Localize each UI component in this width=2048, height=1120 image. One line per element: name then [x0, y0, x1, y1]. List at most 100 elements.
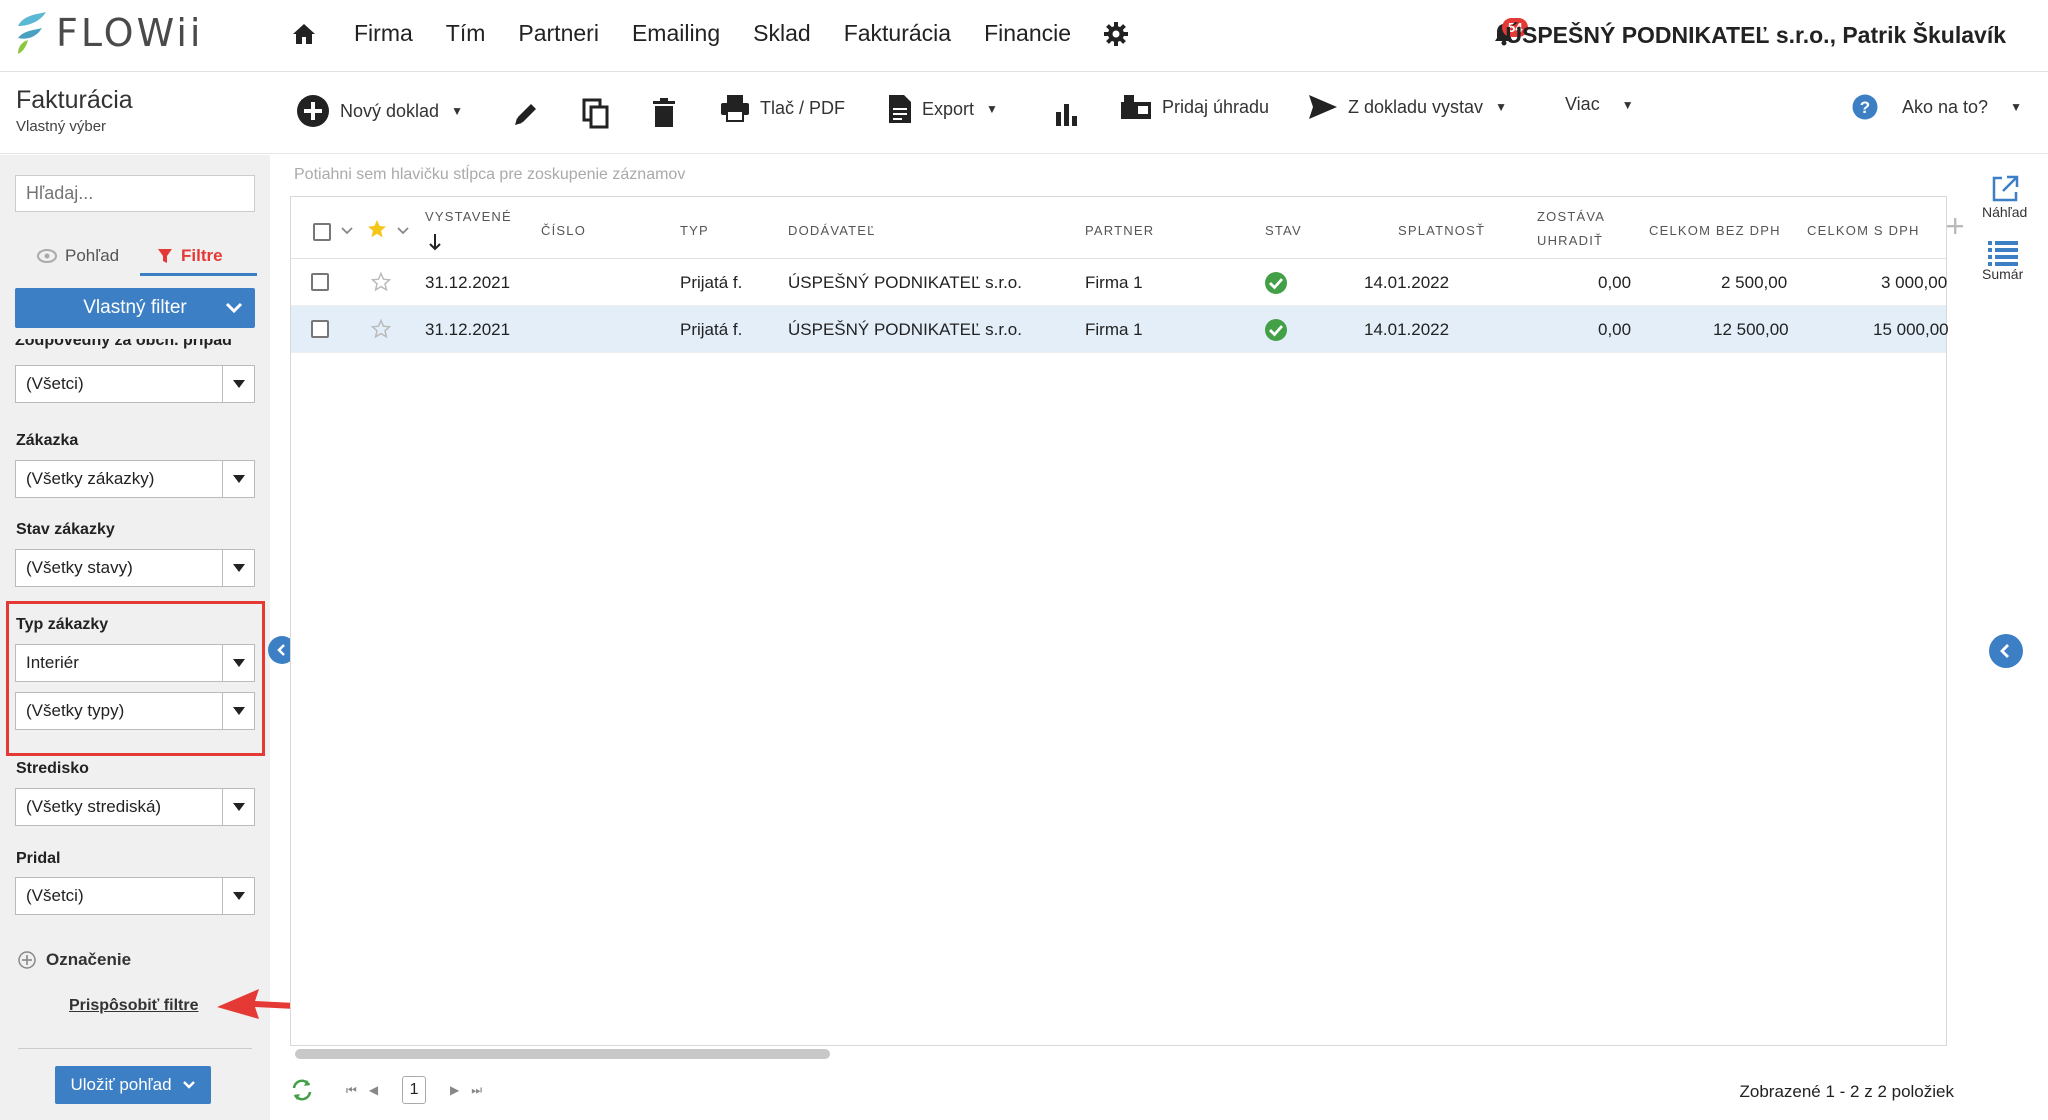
- cell-gross-total: 15 000,00: [1873, 320, 1949, 339]
- plus-circle-icon: [18, 951, 36, 969]
- select-value: (Všetky strediská): [26, 797, 162, 816]
- select-all-checkbox[interactable]: [313, 223, 331, 241]
- filter-label-responsible: Zodpovedný za obch. prípad: [15, 339, 232, 349]
- custom-filter-dropdown[interactable]: Vlastný filter: [15, 288, 255, 328]
- next-page-icon[interactable]: ▶: [450, 1083, 459, 1097]
- col-issued[interactable]: VYSTAVENÉ: [425, 209, 512, 224]
- col-gross-total[interactable]: CELKOM S DPH: [1807, 223, 1920, 238]
- toolbar: Fakturácia Vlastný výber Nový doklad ▼ T…: [0, 72, 2048, 154]
- cash-register-icon: [1121, 95, 1151, 119]
- question-circle-icon: ?: [1852, 94, 1878, 120]
- copy-icon[interactable]: [582, 98, 610, 130]
- export-button[interactable]: Export ▼: [888, 94, 998, 124]
- caret-down-icon: [222, 878, 254, 914]
- filter-order-select[interactable]: (Všetky zákazky): [15, 460, 255, 498]
- nav-financie[interactable]: Financie: [984, 20, 1071, 47]
- trash-icon[interactable]: [652, 98, 676, 128]
- col-to-pay[interactable]: UHRADIŤ: [1537, 233, 1603, 248]
- save-view-label: Uložiť pohľad: [70, 1075, 172, 1094]
- flowii-logo-icon: [18, 12, 46, 54]
- caret-down-icon: [222, 366, 254, 402]
- col-type[interactable]: TYP: [680, 223, 709, 238]
- caret-down-icon: ▼: [986, 102, 998, 116]
- tab-view[interactable]: Pohľad: [37, 246, 119, 266]
- cell-net-total: 2 500,00: [1721, 273, 1788, 292]
- plus-circle-icon: [297, 95, 329, 127]
- help-button[interactable]: ? Ako na to? ▼: [1852, 94, 2022, 120]
- list-icon: [1987, 241, 2018, 266]
- first-page-icon[interactable]: ⏮: [346, 1083, 357, 1098]
- eye-icon: [37, 249, 57, 263]
- more-label: Viac: [1565, 94, 1600, 114]
- print-pdf-button[interactable]: Tlač / PDF: [720, 94, 845, 122]
- home-icon[interactable]: [292, 23, 316, 45]
- filter-added-by-select[interactable]: (Všetci): [15, 877, 255, 915]
- logo[interactable]: FLOWii: [14, 10, 203, 56]
- table-row[interactable]: 31.12.2021 Prijatá f. ÚSPEŠNÝ PODNIKATEĽ…: [291, 259, 1948, 306]
- filter-label-center: Stredisko: [16, 760, 89, 777]
- star-icon[interactable]: [367, 219, 387, 239]
- collapse-right-panel-button[interactable]: [1989, 634, 2023, 668]
- new-doc-button[interactable]: Nový doklad ▼: [296, 94, 463, 128]
- table-row[interactable]: 31.12.2021 Prijatá f. ÚSPEŠNÝ PODNIKATEĽ…: [291, 306, 1949, 353]
- invoice-grid: VYSTAVENÉ ČÍSLO TYP DODÁVATEĽ PARTNER ST…: [290, 196, 1963, 1059]
- tab-filters[interactable]: Filtre: [157, 246, 223, 266]
- top-navigation: FLOWii Firma Tím Partneri Emailing Sklad…: [0, 0, 2048, 72]
- from-doc-button[interactable]: Z dokladu vystav ▼: [1308, 94, 1507, 120]
- horizontal-scrollbar[interactable]: [295, 1049, 830, 1059]
- sidebar-tabs: Pohľad Filtre: [15, 240, 257, 276]
- cell-issued: 31.12.2021: [425, 273, 511, 292]
- cell-gross-total: 3 000,00: [1881, 273, 1948, 292]
- last-page-icon[interactable]: ⏭: [471, 1083, 482, 1098]
- nav-firma[interactable]: Firma: [354, 20, 413, 47]
- row-checkbox[interactable]: [311, 273, 329, 291]
- chevron-down-icon: [225, 302, 243, 314]
- marking-toggle[interactable]: Označenie: [18, 950, 131, 970]
- col-partner[interactable]: PARTNER: [1085, 223, 1154, 238]
- col-net-total[interactable]: CELKOM BEZ DPH: [1649, 223, 1781, 238]
- refresh-icon[interactable]: [290, 1079, 314, 1101]
- star-outline-icon[interactable]: [371, 272, 391, 292]
- add-payment-button[interactable]: Pridaj úhradu: [1120, 94, 1269, 120]
- new-doc-label: Nový doklad: [340, 100, 440, 121]
- tab-view-label: Pohľad: [65, 246, 120, 265]
- chevron-down-icon[interactable]: [341, 227, 353, 235]
- filter-center-select[interactable]: (Všetky strediská): [15, 788, 255, 826]
- star-outline-icon[interactable]: [371, 319, 391, 339]
- col-number[interactable]: ČÍSLO: [541, 223, 586, 238]
- col-due[interactable]: SPLATNOSŤ: [1398, 223, 1485, 238]
- nav-emailing[interactable]: Emailing: [632, 20, 720, 47]
- cell-due: 14.01.2022: [1364, 273, 1450, 292]
- summary-button[interactable]: Sumár: [1982, 240, 2023, 282]
- cell-partner: Firma 1: [1085, 320, 1143, 339]
- nav-partneri[interactable]: Partneri: [518, 20, 599, 47]
- prev-page-icon[interactable]: ◀: [369, 1083, 378, 1097]
- filter-order-state-select[interactable]: (Všetky stavy): [15, 549, 255, 587]
- company-user[interactable]: ÚSPEŠNÝ PODNIKATEĽ s.r.o., Patrik Škulav…: [1505, 22, 2006, 49]
- customize-filters-link[interactable]: Prispôsobiť filtre: [69, 997, 198, 1015]
- save-view-button[interactable]: Uložiť pohľad: [55, 1066, 211, 1104]
- select-value: (Všetky stavy): [26, 558, 133, 577]
- bar-chart-icon[interactable]: [1055, 102, 1079, 126]
- row-checkbox[interactable]: [311, 320, 329, 338]
- nav-tim[interactable]: Tím: [446, 20, 486, 47]
- pencil-icon[interactable]: [512, 100, 540, 128]
- filter-label-order: Zákazka: [16, 432, 79, 449]
- page-number[interactable]: 1: [402, 1076, 427, 1104]
- col-status[interactable]: STAV: [1265, 223, 1302, 238]
- preview-button[interactable]: Náhľad: [1982, 174, 2027, 220]
- col-remaining[interactable]: ZOSTÁVA: [1537, 209, 1605, 224]
- add-column-icon[interactable]: [1946, 217, 1964, 235]
- tab-filters-label: Filtre: [181, 246, 223, 265]
- caret-down-icon: ▼: [451, 104, 463, 118]
- search-input[interactable]: [15, 175, 255, 212]
- help-label: Ako na to?: [1902, 96, 1989, 117]
- gear-icon[interactable]: [1104, 21, 1129, 46]
- nav-fakturacia[interactable]: Fakturácia: [844, 20, 951, 47]
- chevron-down-icon[interactable]: [397, 227, 409, 235]
- more-button[interactable]: Viac ▼: [1565, 94, 1634, 115]
- col-supplier[interactable]: DODÁVATEĽ: [788, 223, 876, 238]
- caret-down-icon: ▼: [1621, 97, 1634, 112]
- filter-responsible-select[interactable]: (Všetci): [15, 365, 255, 403]
- nav-sklad[interactable]: Sklad: [753, 20, 811, 47]
